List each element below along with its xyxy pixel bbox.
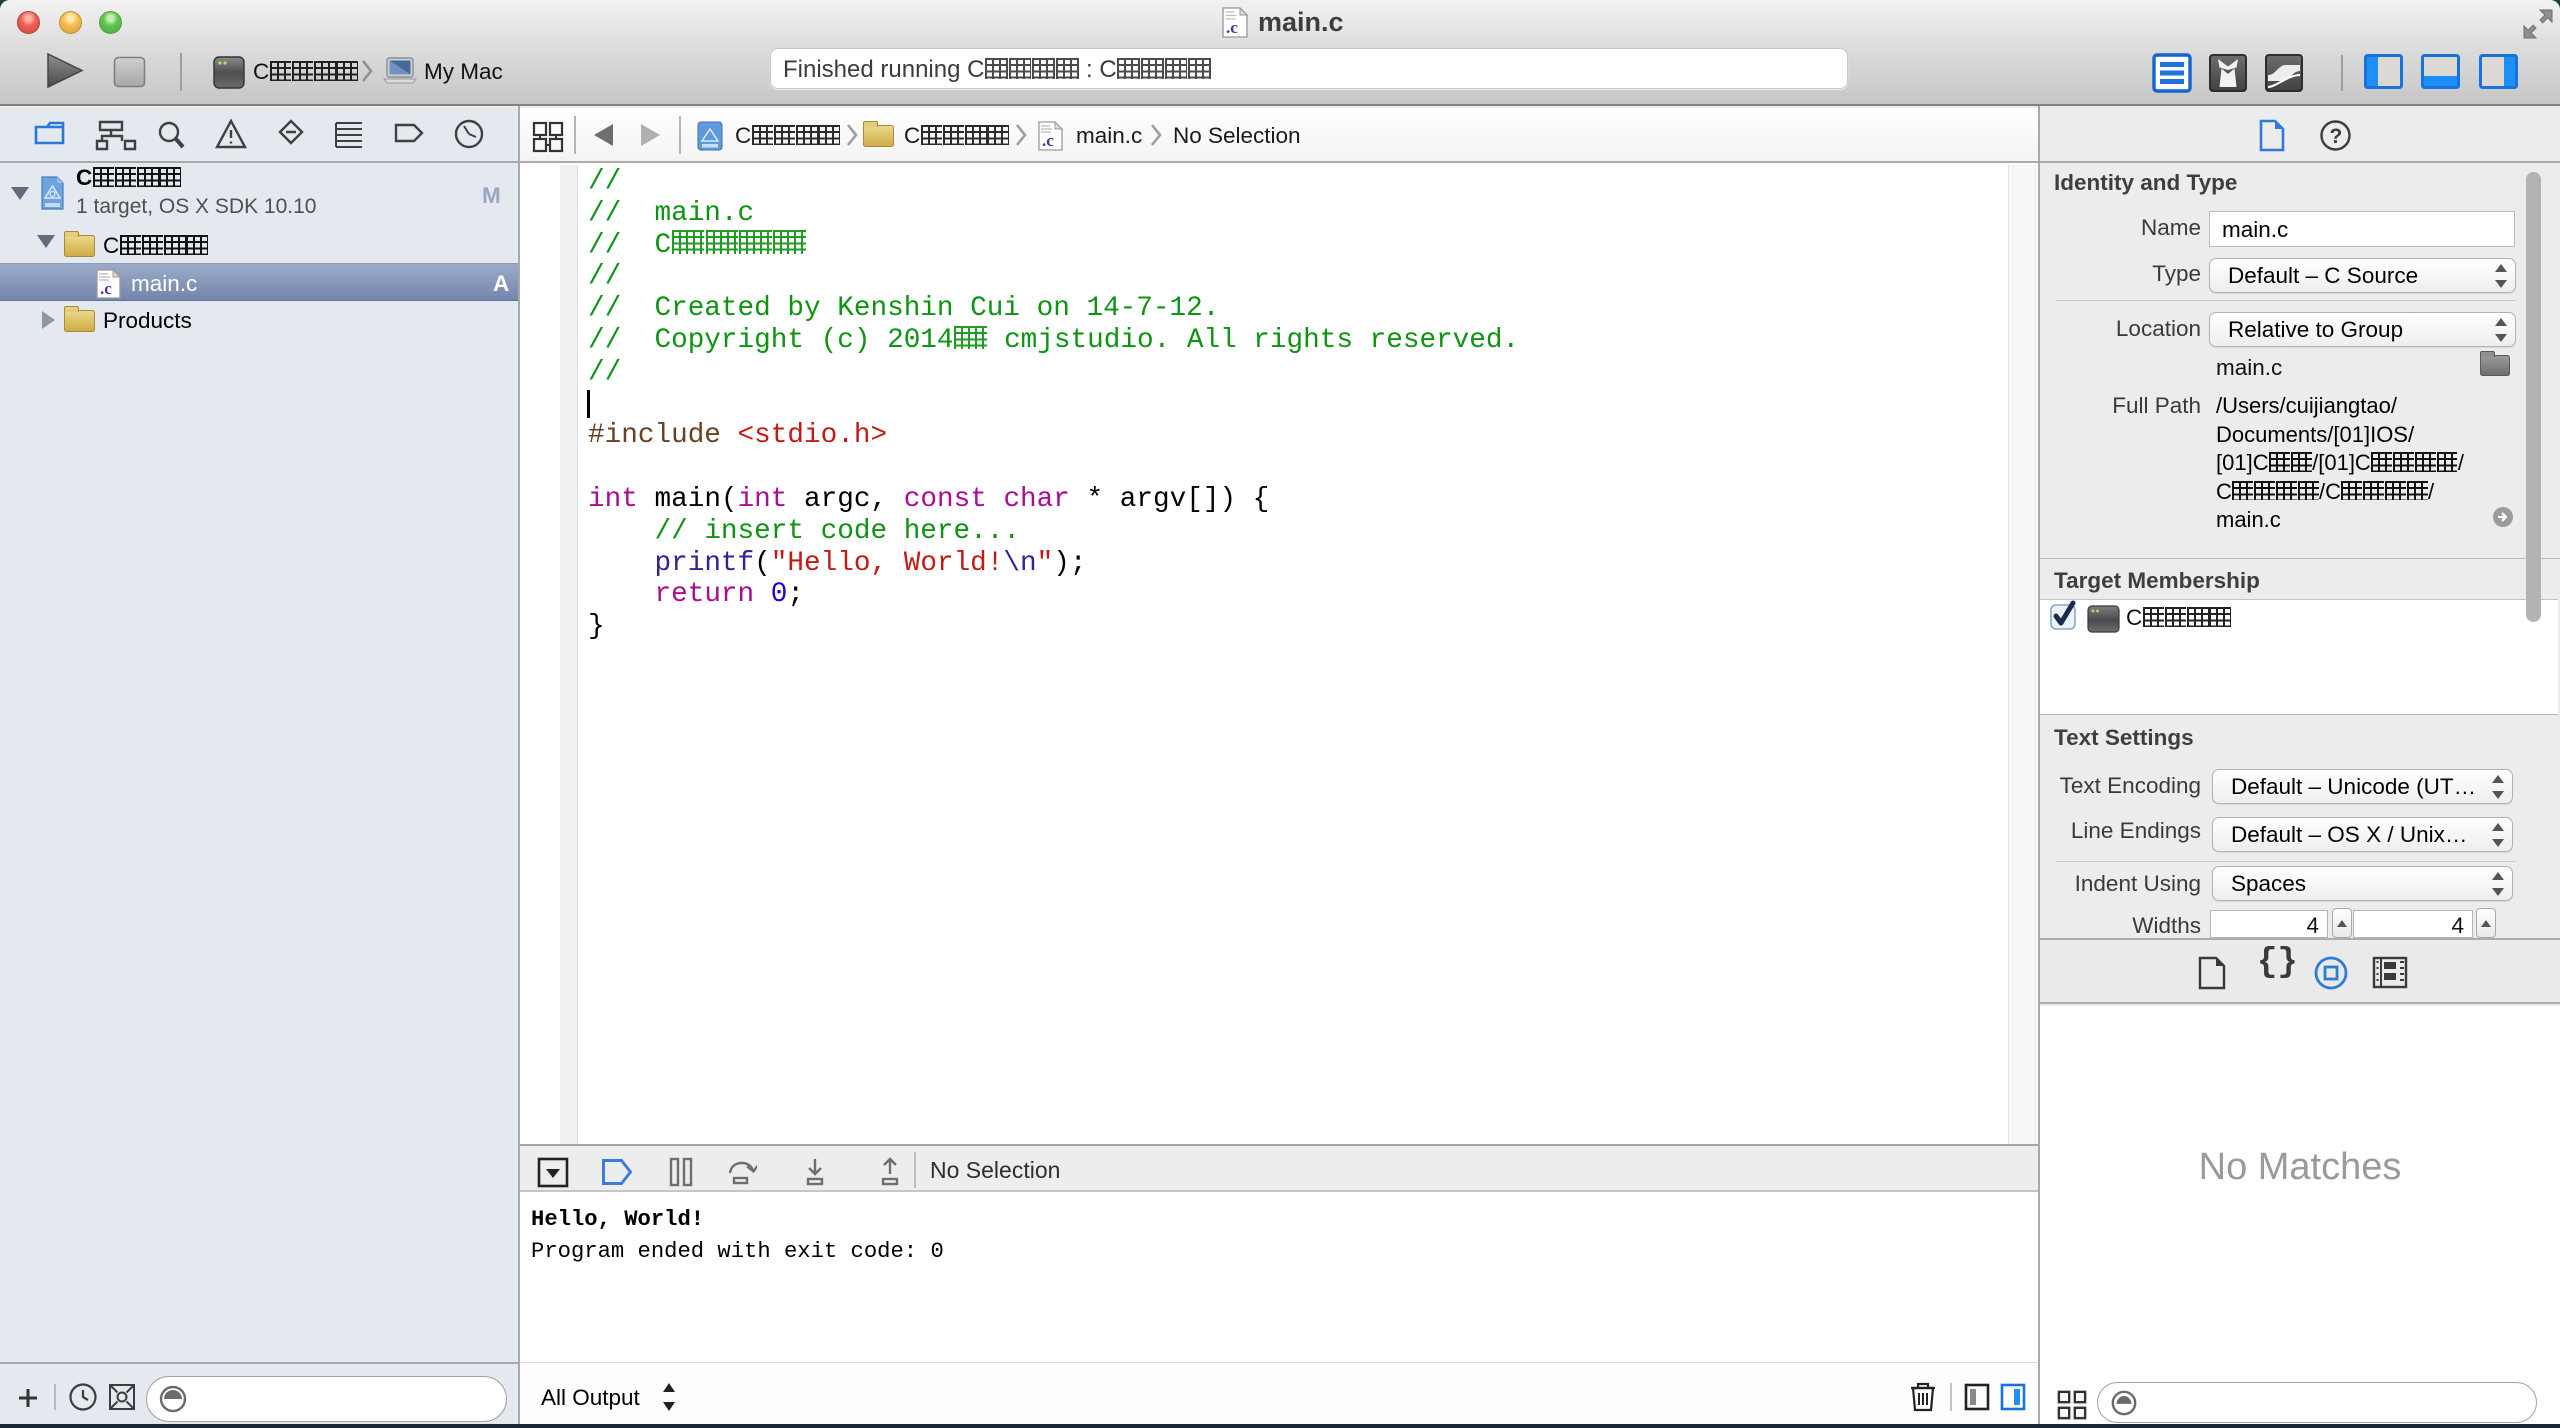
svg-text:.c: .c (1226, 18, 1238, 37)
svg-text:.c: .c (1042, 131, 1054, 150)
svg-text:.c: .c (100, 279, 112, 298)
svg-text:?: ? (2330, 125, 2343, 148)
